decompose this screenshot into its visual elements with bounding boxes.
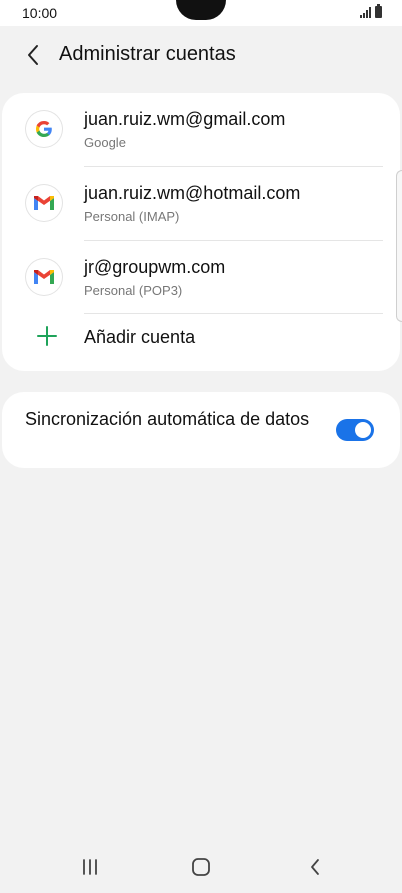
gmail-icon bbox=[26, 185, 62, 221]
google-icon bbox=[26, 111, 62, 147]
app-header: Administrar cuentas bbox=[0, 26, 402, 88]
nav-back-button[interactable] bbox=[295, 855, 335, 879]
camera-notch bbox=[176, 0, 226, 20]
account-email: jr@groupwm.com bbox=[84, 257, 226, 277]
account-type: Personal (IMAP) bbox=[84, 209, 180, 224]
navigation-bar bbox=[0, 839, 402, 893]
auto-sync-toggle[interactable] bbox=[336, 419, 374, 441]
account-type: Personal (POP3) bbox=[84, 283, 183, 298]
battery-icon bbox=[375, 4, 382, 18]
accounts-card: juan.ruiz.wm@gmail.com Google juan.ruiz.… bbox=[2, 93, 400, 371]
recent-apps-button[interactable] bbox=[70, 855, 110, 879]
signal-icon bbox=[360, 6, 371, 18]
back-icon bbox=[311, 859, 319, 875]
page-title: Administrar cuentas bbox=[59, 43, 236, 65]
status-icons bbox=[360, 4, 382, 18]
add-account-button[interactable]: Añadir cuenta bbox=[2, 315, 400, 367]
account-type: Google bbox=[84, 135, 126, 150]
home-button[interactable] bbox=[181, 855, 221, 879]
add-account-label: Añadir cuenta bbox=[84, 327, 196, 347]
account-email: juan.ruiz.wm@gmail.com bbox=[84, 109, 286, 129]
back-button[interactable] bbox=[18, 40, 48, 70]
chevron-left-icon bbox=[28, 45, 38, 65]
home-icon bbox=[192, 858, 210, 876]
divider bbox=[84, 313, 383, 314]
status-bar: 10:00 bbox=[0, 0, 402, 26]
account-row-hotmail[interactable]: juan.ruiz.wm@hotmail.com Personal (IMAP) bbox=[2, 167, 400, 240]
plus-icon bbox=[37, 326, 57, 346]
account-email: juan.ruiz.wm@hotmail.com bbox=[84, 183, 301, 203]
account-row-groupwm[interactable]: jr@groupwm.com Personal (POP3) bbox=[2, 241, 400, 314]
account-row-gmail[interactable]: juan.ruiz.wm@gmail.com Google bbox=[2, 93, 400, 166]
scrollbar-handle[interactable] bbox=[396, 170, 402, 322]
auto-sync-row[interactable]: Sincronización automática de datos bbox=[2, 392, 400, 468]
recent-apps-icon bbox=[83, 859, 97, 875]
toggle-knob bbox=[355, 422, 371, 438]
auto-sync-label: Sincronización automática de datos bbox=[25, 409, 310, 429]
status-time: 10:00 bbox=[22, 5, 58, 21]
gmail-icon bbox=[26, 259, 62, 295]
